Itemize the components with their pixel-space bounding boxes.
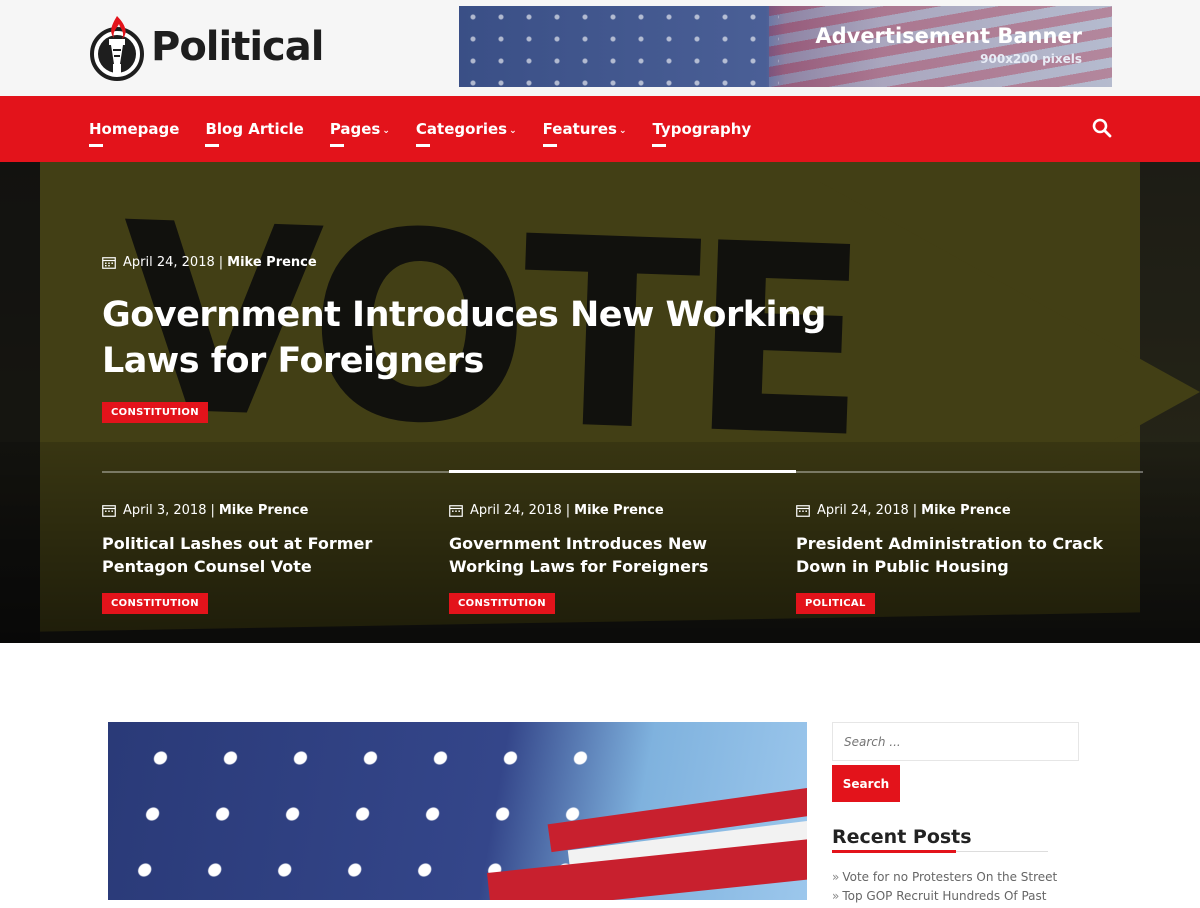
post-date: April 24, 2018 (123, 255, 215, 270)
category-badge[interactable]: POLITICAL (796, 593, 875, 614)
post-date: April 24, 2018 (817, 503, 909, 518)
calendar-icon (102, 257, 116, 269)
slider-progress-3[interactable] (796, 471, 1143, 473)
slider-card[interactable]: April 3, 2018 | Mike Prence Political La… (102, 503, 432, 614)
card-title[interactable]: President Administration to Crack Down i… (796, 532, 1126, 578)
ad-flag-stars (459, 6, 779, 87)
heading-underline-accent (832, 850, 956, 853)
ad-title: Advertisement Banner (815, 24, 1082, 48)
site-name: Political (151, 24, 324, 70)
nav-item-typography[interactable]: Typography (652, 120, 752, 147)
chevron-down-icon: ⌄ (618, 126, 627, 136)
nav-item-homepage[interactable]: Homepage (89, 120, 180, 147)
meta-separator: | (565, 503, 571, 518)
sidebar-search-button[interactable]: Search (832, 765, 900, 802)
nav-item-blog-article[interactable]: Blog Article (205, 120, 304, 147)
card-title[interactable]: Government Introduces New Working Laws f… (449, 532, 779, 578)
recent-post-title: Vote for no Protesters On the Street (842, 870, 1058, 884)
slider-card[interactable]: April 24, 2018 | Mike Prence President A… (796, 503, 1126, 614)
post-date: April 24, 2018 (470, 503, 562, 518)
chevron-right-icon: » (832, 870, 840, 884)
meta-separator: | (218, 255, 224, 270)
chevron-right-icon: » (832, 889, 840, 903)
recent-post-link[interactable]: » Top GOP Recruit Hundreds Of Past (832, 889, 1072, 908)
search-icon[interactable] (1092, 118, 1112, 138)
meta-separator: | (912, 503, 918, 518)
post-author[interactable]: Mike Prence (219, 503, 309, 518)
torch-logo-icon (90, 16, 144, 81)
nav-item-label: Homepage (89, 120, 180, 138)
post-author[interactable]: Mike Prence (227, 255, 317, 270)
category-badge[interactable]: CONSTITUTION (449, 593, 555, 614)
nav-item-label: Blog Article (205, 120, 304, 138)
slider-progress-2[interactable] (449, 470, 796, 473)
post-author[interactable]: Mike Prence (921, 503, 1011, 518)
card-meta: April 24, 2018 | Mike Prence (796, 503, 1126, 518)
slider-card[interactable]: April 24, 2018 | Mike Prence Government … (449, 503, 779, 614)
card-meta: April 3, 2018 | Mike Prence (102, 503, 432, 518)
category-badge[interactable]: CONSTITUTION (102, 593, 208, 614)
recent-post-title: Top GOP Recruit Hundreds Of Past (842, 889, 1047, 903)
calendar-icon (796, 505, 810, 517)
recent-posts-list: » Vote for no Protesters On the Street » T… (832, 870, 1072, 908)
category-badge[interactable]: CONSTITUTION (102, 402, 208, 423)
hero-post-title[interactable]: Government Introduces New Working Laws f… (102, 292, 862, 384)
post-date: April 3, 2018 (123, 503, 207, 518)
card-meta: April 24, 2018 | Mike Prence (449, 503, 779, 518)
nav-item-label: Pages (329, 120, 381, 138)
nav-item-features[interactable]: Features ⌄ (542, 120, 627, 147)
chevron-down-icon: ⌄ (382, 126, 390, 136)
nav-item-label: Typography (652, 120, 752, 138)
ad-subtitle: 900x200 pixels (980, 52, 1082, 66)
nav-item-label: Features (542, 120, 617, 138)
nav-item-pages[interactable]: Pages ⌄ (329, 120, 390, 147)
site-header: Political Advertisement Banner 900x200 p… (0, 0, 1200, 96)
site-logo[interactable]: Political (89, 12, 324, 82)
nav-item-categories[interactable]: Categories ⌄ (415, 120, 517, 147)
featured-post-image[interactable] (108, 722, 807, 900)
recent-post-link[interactable]: » Vote for no Protesters On the Street (832, 870, 1072, 889)
recent-posts-heading: Recent Posts (832, 826, 972, 848)
slider-progress-1[interactable] (102, 471, 449, 473)
sidebar-search-input[interactable] (832, 722, 1079, 761)
calendar-icon (449, 505, 463, 517)
post-author[interactable]: Mike Prence (574, 503, 664, 518)
hero-post-meta: April 24, 2018 | Mike Prence (102, 255, 317, 270)
card-title[interactable]: Political Lashes out at Former Pentagon … (102, 532, 432, 578)
nav-item-label: Categories (415, 120, 508, 138)
advertisement-banner[interactable]: Advertisement Banner 900x200 pixels (459, 6, 1112, 87)
chevron-down-icon: ⌄ (509, 126, 517, 136)
meta-separator: | (210, 503, 215, 518)
calendar-icon (102, 505, 116, 517)
main-navigation: Homepage Blog Article Pages ⌄ Categories… (0, 96, 1200, 162)
